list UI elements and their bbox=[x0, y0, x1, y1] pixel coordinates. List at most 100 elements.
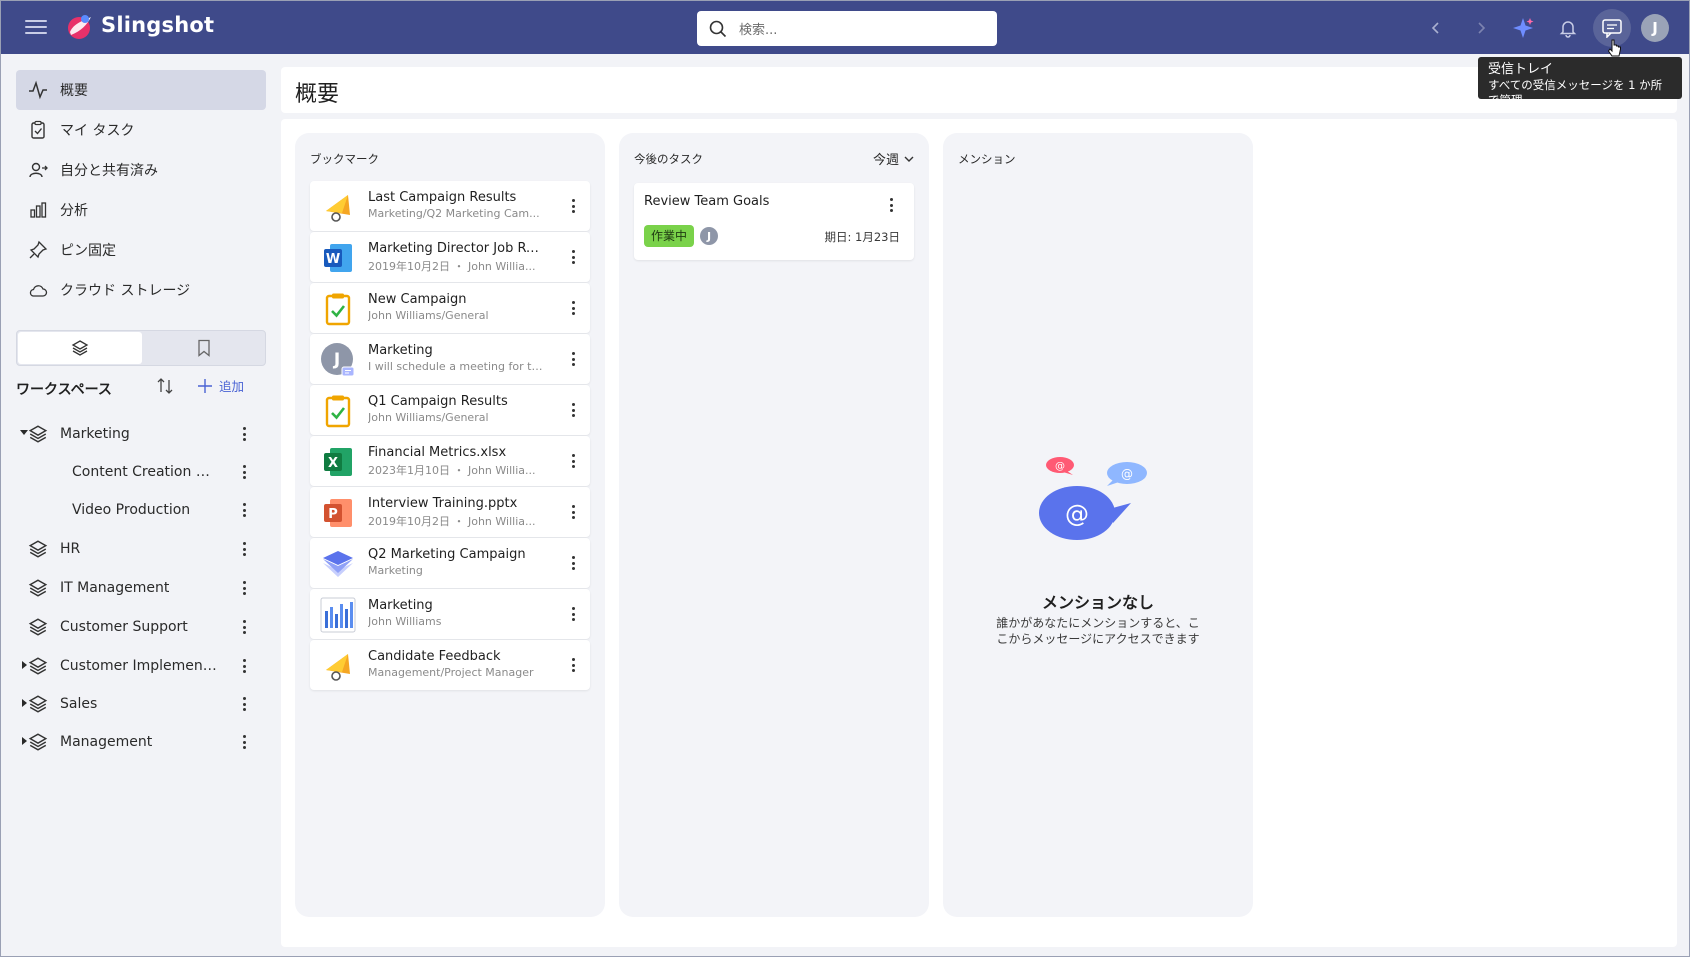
more-options-icon[interactable] bbox=[563, 604, 583, 624]
svg-text:@: @ bbox=[1055, 461, 1065, 472]
clipboard-check-icon bbox=[325, 293, 351, 326]
more-options-icon[interactable] bbox=[563, 400, 583, 420]
add-workspace-button[interactable]: 追加 bbox=[197, 376, 244, 395]
notification-bell-icon[interactable] bbox=[1553, 13, 1583, 43]
nav-item-label: ピン固定 bbox=[60, 243, 116, 259]
top-bar: Slingshot 検索... J bbox=[1, 1, 1689, 54]
workspace-item-video-production[interactable]: Video Production bbox=[16, 492, 256, 528]
bookmark-title: Last Campaign Results bbox=[368, 190, 517, 205]
chevron-down-icon bbox=[904, 156, 914, 162]
more-options-icon[interactable] bbox=[234, 539, 254, 559]
user-message-icon: J bbox=[321, 343, 355, 377]
bookmark-item[interactable]: Candidate Feedback Management/Project Ma… bbox=[310, 640, 590, 690]
bookmark-item[interactable]: P Interview Training.pptx 2019年10月2日 ・ J… bbox=[310, 487, 590, 537]
layers-icon bbox=[28, 579, 48, 597]
layers-icon bbox=[28, 618, 48, 636]
bookmark-subtitle: John Williams bbox=[368, 615, 442, 628]
bookmark-title: Marketing bbox=[368, 598, 433, 613]
nav-item-overview[interactable]: 概要 bbox=[16, 70, 266, 110]
task-card[interactable]: Review Team Goals 作業中 J 期日: 1月23日 bbox=[634, 183, 914, 260]
more-options-icon[interactable] bbox=[234, 694, 254, 714]
bookmark-item[interactable]: Last Campaign Results Marketing/Q2 Marke… bbox=[310, 181, 590, 231]
bookmark-subtitle: 2023年1月10日 ・ John Willia... bbox=[368, 464, 536, 477]
tasks-period-dropdown[interactable]: 今週 bbox=[873, 149, 914, 168]
page-title: 概要 bbox=[295, 82, 340, 107]
more-options-icon[interactable] bbox=[563, 655, 583, 675]
nav-item-analytics[interactable]: 分析 bbox=[16, 190, 266, 230]
workspace-item-management[interactable]: Management bbox=[16, 724, 256, 760]
slingshot-logo-icon bbox=[68, 15, 91, 39]
forward-arrow-icon[interactable] bbox=[1466, 13, 1496, 43]
clipboard-check-icon bbox=[325, 395, 351, 428]
bookmark-title: New Campaign bbox=[368, 292, 467, 307]
workspace-label: Marketing bbox=[60, 426, 130, 442]
workspace-item-content-creation[interactable]: Content Creation an... bbox=[16, 454, 256, 490]
workspace-label: Content Creation an... bbox=[72, 464, 212, 480]
bookmark-title: Q2 Marketing Campaign bbox=[368, 547, 526, 562]
megaphone-icon bbox=[326, 195, 350, 222]
collapsed-caret-icon[interactable] bbox=[22, 737, 27, 745]
bookmark-subtitle: 2019年10月2日 ・ John Willia... bbox=[368, 515, 536, 528]
search-box[interactable]: 検索... bbox=[697, 11, 997, 46]
powerpoint-icon: P bbox=[324, 499, 352, 527]
bookmark-subtitle: John Williams/General bbox=[368, 309, 489, 322]
nav-item-cloud-storage[interactable]: クラウド ストレージ bbox=[16, 270, 266, 310]
more-options-icon[interactable] bbox=[563, 247, 583, 267]
ai-sparkle-icon[interactable] bbox=[1508, 13, 1538, 43]
mentions-empty-description: 誰かがあなたにメンションすると、ここからメッセージにアクセスできます bbox=[996, 616, 1200, 646]
bookmark-item[interactable]: X Financial Metrics.xlsx 2023年1月10日 ・ Jo… bbox=[310, 436, 590, 486]
nav-item-pinned[interactable]: ピン固定 bbox=[16, 230, 266, 270]
sort-icon[interactable] bbox=[155, 376, 175, 400]
hamburger-menu-icon[interactable] bbox=[25, 17, 47, 37]
nav-item-shared[interactable]: 自分と共有済み bbox=[16, 150, 266, 190]
more-options-icon[interactable] bbox=[234, 732, 254, 752]
workspace-label: HR bbox=[60, 541, 81, 557]
workspace-item-sales[interactable]: Sales bbox=[16, 686, 256, 722]
bookmark-item[interactable]: J Marketing I will schedule a meeting fo… bbox=[310, 334, 590, 384]
more-options-icon[interactable] bbox=[563, 349, 583, 369]
workspace-item-hr[interactable]: HR bbox=[16, 531, 256, 567]
more-options-icon[interactable] bbox=[563, 196, 583, 216]
more-options-icon[interactable] bbox=[234, 578, 254, 598]
more-options-icon[interactable] bbox=[234, 462, 254, 482]
expanded-caret-icon[interactable] bbox=[20, 430, 28, 435]
word-doc-icon: W bbox=[324, 244, 352, 272]
workspace-label: Management bbox=[60, 734, 153, 750]
bookmark-item[interactable]: New Campaign John Williams/General bbox=[310, 283, 590, 333]
more-options-icon[interactable] bbox=[234, 424, 254, 444]
more-options-icon[interactable] bbox=[563, 451, 583, 471]
workspace-label: Customer Implementa... bbox=[60, 658, 220, 674]
workspace-item-customer-implementation[interactable]: Customer Implementa... bbox=[16, 648, 256, 684]
more-options-icon[interactable] bbox=[881, 195, 901, 215]
collapsed-caret-icon[interactable] bbox=[22, 661, 27, 669]
bookmark-item[interactable]: W Marketing Director Job Ro... 2019年10月2… bbox=[310, 232, 590, 282]
bookmarks-title: ブックマーク bbox=[310, 152, 379, 166]
bookmark-title: Financial Metrics.xlsx bbox=[368, 445, 507, 460]
more-options-icon[interactable] bbox=[234, 500, 254, 520]
more-options-icon[interactable] bbox=[563, 553, 583, 573]
overview-board: ブックマーク Last Campaign Results Marketing/Q… bbox=[281, 119, 1677, 947]
workspace-item-marketing[interactable]: Marketing bbox=[16, 416, 256, 452]
more-options-icon[interactable] bbox=[563, 298, 583, 318]
collapsed-caret-icon[interactable] bbox=[22, 699, 27, 707]
more-options-icon[interactable] bbox=[234, 617, 254, 637]
bookmark-subtitle: Marketing/Q2 Marketing Cam... bbox=[368, 207, 540, 220]
more-options-icon[interactable] bbox=[563, 502, 583, 522]
main-content: 概要 ブックマーク Last Campaign Results Marketin… bbox=[281, 67, 1677, 947]
search-input[interactable]: 検索... bbox=[739, 19, 777, 38]
nav-item-label: 概要 bbox=[60, 83, 88, 99]
bar-chart-icon bbox=[30, 202, 47, 218]
bookmark-item[interactable]: Q2 Marketing Campaign Marketing bbox=[310, 538, 590, 588]
workspaces-tab[interactable] bbox=[18, 332, 142, 364]
workspace-item-it-management[interactable]: IT Management bbox=[16, 570, 256, 606]
bookmark-item[interactable]: Marketing John Williams bbox=[310, 589, 590, 639]
more-options-icon[interactable] bbox=[234, 656, 254, 676]
nav-item-my-tasks[interactable]: マイ タスク bbox=[16, 110, 266, 150]
workspace-item-customer-support[interactable]: Customer Support bbox=[16, 609, 256, 645]
user-avatar[interactable]: J bbox=[1641, 14, 1669, 42]
back-arrow-icon[interactable] bbox=[1421, 13, 1451, 43]
bookmark-item[interactable]: Q1 Campaign Results John Williams/Genera… bbox=[310, 385, 590, 435]
tasks-column: 今後のタスク 今週 Review Team Goals 作業中 J 期日: 1月… bbox=[619, 133, 929, 917]
bookmarks-tab[interactable] bbox=[143, 332, 265, 364]
bookmark-subtitle: Marketing bbox=[368, 564, 423, 577]
